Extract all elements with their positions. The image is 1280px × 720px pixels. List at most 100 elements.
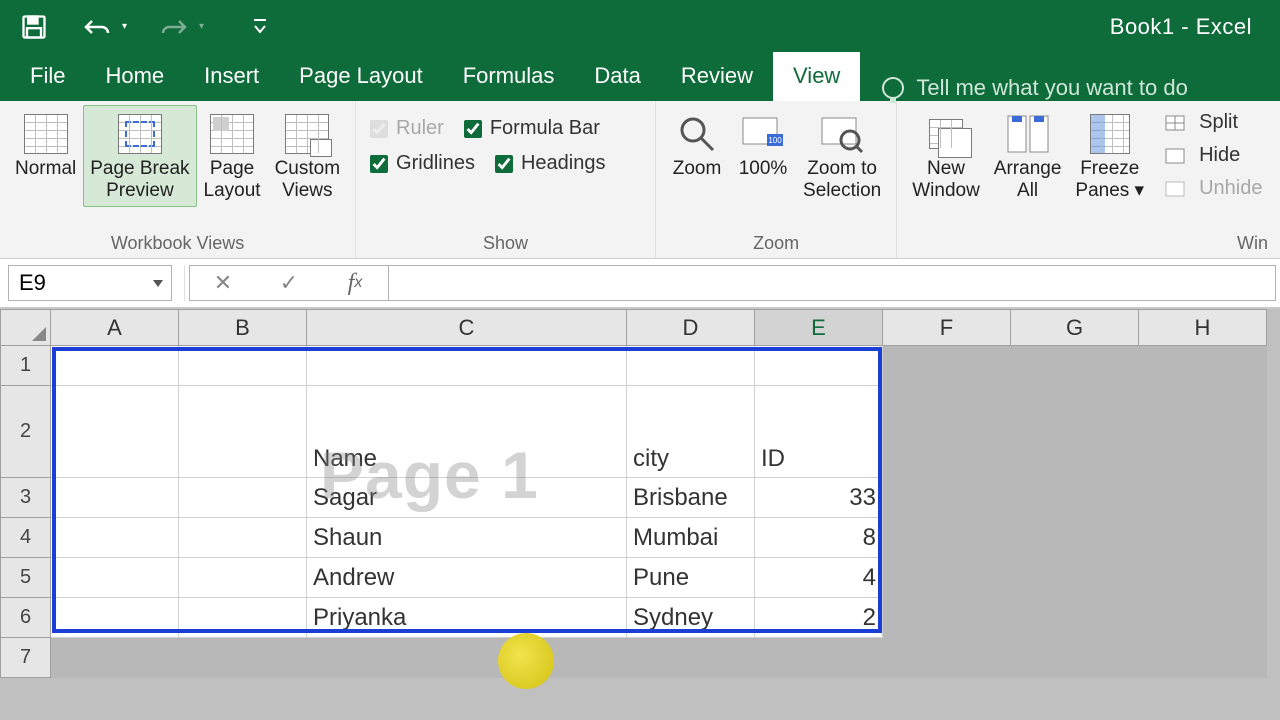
cell[interactable] xyxy=(179,558,307,598)
cell[interactable] xyxy=(179,638,307,678)
page-layout-button[interactable]: Page Layout xyxy=(197,105,268,207)
split-button[interactable]: Split xyxy=(1157,109,1266,136)
select-all-button[interactable] xyxy=(1,310,51,346)
cell[interactable] xyxy=(883,478,1011,518)
cell[interactable] xyxy=(1139,598,1267,638)
zoom-100-button[interactable]: 100 100% xyxy=(730,105,796,185)
hide-button[interactable]: Hide xyxy=(1157,142,1266,169)
row-header-5[interactable]: 5 xyxy=(1,558,51,598)
cell[interactable]: Sydney xyxy=(627,598,755,638)
zoom-button[interactable]: Zoom xyxy=(664,105,730,185)
cell[interactable] xyxy=(179,518,307,558)
row-header-1[interactable]: 1 xyxy=(1,346,51,386)
cell[interactable] xyxy=(1011,346,1139,386)
col-header-h[interactable]: H xyxy=(1139,310,1267,346)
cell[interactable] xyxy=(1011,598,1139,638)
cell[interactable]: city xyxy=(627,386,755,478)
col-header-f[interactable]: F xyxy=(883,310,1011,346)
headings-checkbox[interactable]: Headings xyxy=(489,146,612,181)
cell[interactable]: 33 xyxy=(755,478,883,518)
cell[interactable] xyxy=(1011,558,1139,598)
freeze-panes-button[interactable]: Freeze Panes ▾ xyxy=(1068,105,1151,207)
cell[interactable] xyxy=(627,346,755,386)
cell[interactable]: Shaun xyxy=(307,518,627,558)
row-header-2[interactable]: 2 xyxy=(1,386,51,478)
cell[interactable] xyxy=(883,598,1011,638)
undo-dropdown-icon[interactable]: ▾ xyxy=(118,17,131,36)
cell[interactable] xyxy=(1011,638,1139,678)
cell[interactable]: Brisbane xyxy=(627,478,755,518)
tab-file[interactable]: File xyxy=(10,53,85,101)
cell[interactable] xyxy=(179,386,307,478)
arrange-all-button[interactable]: Arrange All xyxy=(987,105,1069,207)
cell[interactable] xyxy=(1139,518,1267,558)
row-header-6[interactable]: 6 xyxy=(1,598,51,638)
cell[interactable] xyxy=(883,386,1011,478)
tab-page-layout[interactable]: Page Layout xyxy=(279,53,443,101)
gridlines-checkbox[interactable]: Gridlines xyxy=(364,146,481,181)
cell[interactable] xyxy=(1139,558,1267,598)
cell[interactable]: 4 xyxy=(755,558,883,598)
cell[interactable] xyxy=(179,598,307,638)
cell[interactable] xyxy=(307,638,627,678)
cell[interactable] xyxy=(51,558,179,598)
tab-insert[interactable]: Insert xyxy=(184,53,279,101)
tab-home[interactable]: Home xyxy=(85,53,184,101)
cell[interactable] xyxy=(51,518,179,558)
formula-input[interactable] xyxy=(389,265,1276,301)
name-box[interactable]: E9 xyxy=(8,265,172,301)
cell[interactable]: 8 xyxy=(755,518,883,558)
chevron-down-icon[interactable] xyxy=(153,280,163,287)
zoom-to-selection-button[interactable]: Zoom to Selection xyxy=(796,105,888,207)
row-header-4[interactable]: 4 xyxy=(1,518,51,558)
cell[interactable]: Sagar xyxy=(307,478,627,518)
col-header-c[interactable]: C xyxy=(307,310,627,346)
undo-button[interactable]: ▾ xyxy=(82,15,131,39)
col-header-a[interactable]: A xyxy=(51,310,179,346)
cell[interactable] xyxy=(51,386,179,478)
cancel-formula-button[interactable]: ✕ xyxy=(190,266,256,300)
cell[interactable] xyxy=(883,558,1011,598)
customize-qat-button[interactable] xyxy=(240,7,280,47)
cell[interactable] xyxy=(883,638,1011,678)
cell[interactable] xyxy=(51,638,179,678)
tab-view[interactable]: View xyxy=(773,52,860,101)
cell[interactable] xyxy=(1011,478,1139,518)
cell[interactable]: Name xyxy=(307,386,627,478)
formula-bar-checkbox[interactable]: Formula Bar xyxy=(458,111,606,146)
cell[interactable] xyxy=(307,346,627,386)
redo-button[interactable]: ▾ xyxy=(159,15,208,39)
cell[interactable] xyxy=(755,346,883,386)
custom-views-button[interactable]: Custom Views xyxy=(268,105,347,207)
cell[interactable] xyxy=(51,346,179,386)
page-break-preview-button[interactable]: Page Break Preview xyxy=(83,105,196,207)
new-window-button[interactable]: New Window xyxy=(905,105,987,207)
col-header-b[interactable]: B xyxy=(179,310,307,346)
cell[interactable] xyxy=(1139,478,1267,518)
cell[interactable]: Priyanka xyxy=(307,598,627,638)
redo-dropdown-icon[interactable]: ▾ xyxy=(195,17,208,36)
cell[interactable] xyxy=(755,638,883,678)
row-header-3[interactable]: 3 xyxy=(1,478,51,518)
save-button[interactable] xyxy=(14,7,54,47)
normal-view-button[interactable]: Normal xyxy=(8,105,83,185)
cell[interactable] xyxy=(1011,518,1139,558)
tab-review[interactable]: Review xyxy=(661,53,773,101)
col-header-d[interactable]: D xyxy=(627,310,755,346)
row-header-7[interactable]: 7 xyxy=(1,638,51,678)
cell[interactable] xyxy=(51,598,179,638)
cell[interactable] xyxy=(179,346,307,386)
insert-function-button[interactable]: fx xyxy=(322,266,388,300)
cell[interactable] xyxy=(1139,346,1267,386)
col-header-g[interactable]: G xyxy=(1011,310,1139,346)
col-header-e[interactable]: E xyxy=(755,310,883,346)
cell[interactable] xyxy=(627,638,755,678)
tab-data[interactable]: Data xyxy=(574,53,660,101)
spreadsheet-grid[interactable]: A B C D E F G H 1 2 Name city ID 3 Sagar… xyxy=(0,309,1267,678)
cell[interactable]: Andrew xyxy=(307,558,627,598)
cell[interactable] xyxy=(179,478,307,518)
tell-me-search[interactable]: Tell me what you want to do xyxy=(882,75,1280,101)
tab-formulas[interactable]: Formulas xyxy=(443,53,575,101)
cell[interactable]: Mumbai xyxy=(627,518,755,558)
cell[interactable] xyxy=(1011,386,1139,478)
